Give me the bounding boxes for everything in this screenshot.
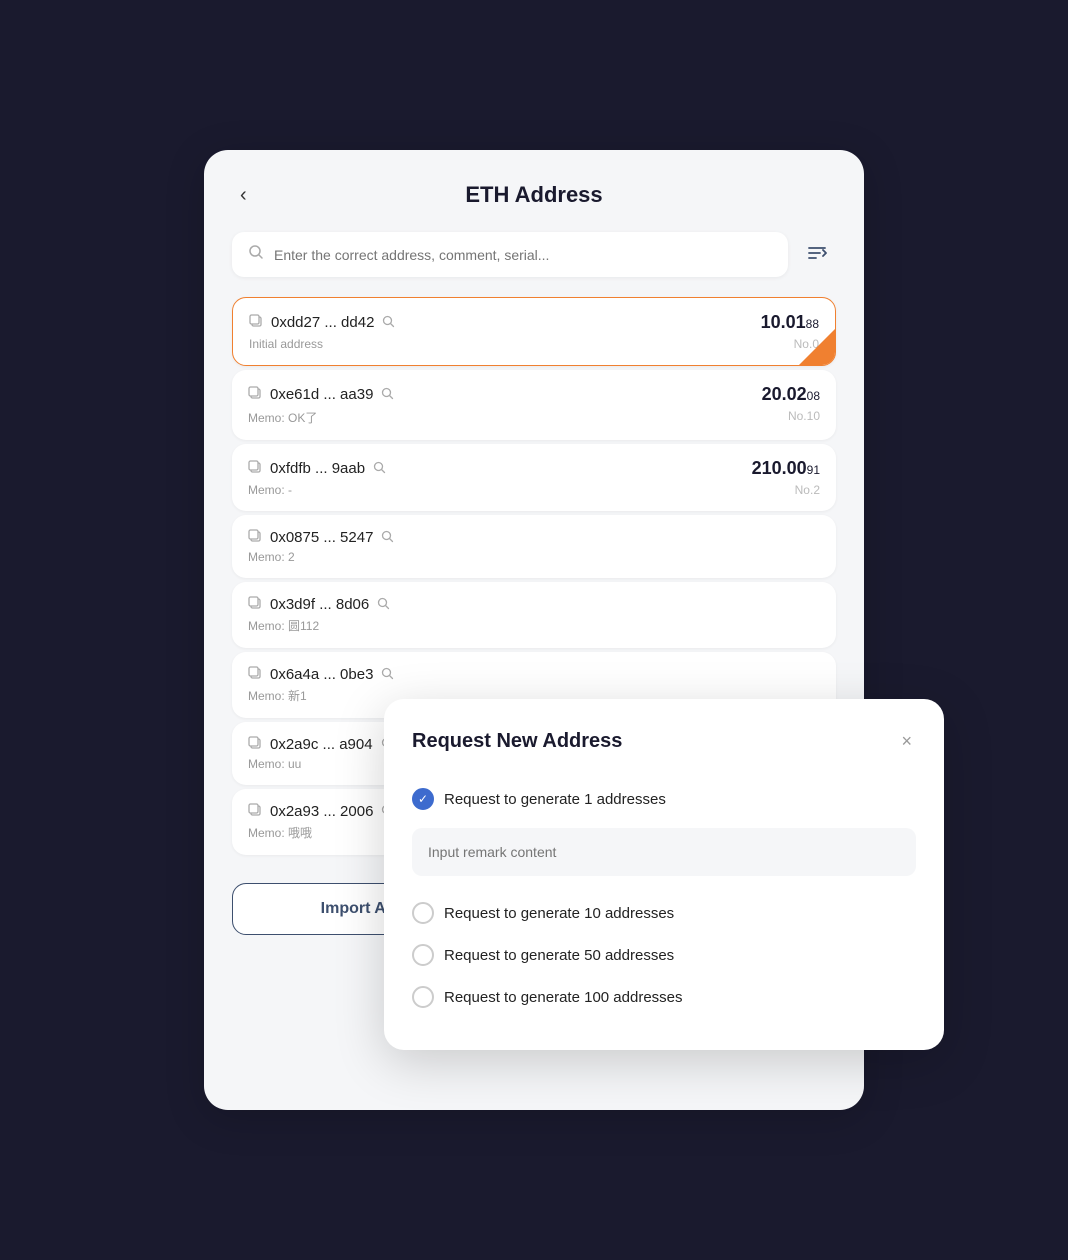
main-card: ‹ ETH Address [204, 150, 864, 1110]
address-item[interactable]: 0x0875 ... 5247 Memo: 2 [232, 515, 836, 578]
addr-text: 0x0875 ... 5247 [270, 529, 373, 546]
address-item[interactable]: 0xdd27 ... dd42 10.0188 Initial address … [232, 297, 836, 366]
memo-text: Memo: 新1 [248, 687, 307, 704]
modal-close-button[interactable]: × [897, 727, 916, 756]
no-text: No.2 [795, 483, 820, 497]
sort-button[interactable] [798, 234, 836, 275]
memo-text: Memo: 圆112 [248, 617, 319, 634]
modal-options: ✓ Request to generate 1 addresses Reques… [412, 778, 916, 1018]
modal-header: Request New Address × [412, 727, 916, 756]
search-icon [248, 244, 264, 265]
radio-label: Request to generate 10 addresses [444, 905, 674, 922]
copy-icon [249, 314, 263, 331]
search-addr-icon[interactable] [381, 530, 394, 546]
back-button[interactable]: ‹ [232, 180, 255, 211]
addr-text: 0x2a93 ... 2006 [270, 803, 373, 820]
copy-icon [248, 386, 262, 403]
copy-icon [248, 460, 262, 477]
addr-text: 0x2a9c ... a904 [270, 736, 373, 753]
radio-label: Request to generate 1 addresses [444, 791, 666, 808]
radio-circle [412, 944, 434, 966]
addr-text: 0xe61d ... aa39 [270, 386, 373, 403]
addr-text: 0xfdfb ... 9aab [270, 460, 365, 477]
search-addr-icon[interactable] [373, 461, 386, 477]
copy-icon [248, 666, 262, 683]
page-title: ETH Address [465, 182, 602, 208]
search-bar [232, 232, 836, 277]
address-item[interactable]: 0xfdfb ... 9aab 210.0091 Memo: - No.2 [232, 444, 836, 511]
search-input[interactable] [274, 247, 772, 263]
addr-text: 0x6a4a ... 0be3 [270, 666, 373, 683]
radio-option[interactable]: Request to generate 10 addresses [412, 892, 916, 934]
memo-text: Memo: uu [248, 757, 301, 771]
radio-label: Request to generate 50 addresses [444, 947, 674, 964]
search-addr-icon[interactable] [381, 387, 394, 403]
memo-text: Initial address [249, 337, 323, 351]
radio-circle [412, 902, 434, 924]
header: ‹ ETH Address [232, 182, 836, 208]
memo-text: Memo: 2 [248, 550, 295, 564]
address-item[interactable]: 0xe61d ... aa39 20.0208 Memo: OK了 No.10 [232, 370, 836, 440]
search-addr-icon[interactable] [381, 667, 394, 683]
search-input-wrap [232, 232, 788, 277]
radio-option[interactable]: ✓ Request to generate 1 addresses [412, 778, 916, 892]
search-addr-icon[interactable] [377, 597, 390, 613]
orange-corner [799, 329, 835, 365]
radio-circle [412, 986, 434, 1008]
radio-circle-checked: ✓ [412, 788, 434, 810]
search-addr-icon[interactable] [382, 315, 395, 331]
copy-icon [248, 736, 262, 753]
modal-title: Request New Address [412, 730, 622, 753]
memo-text: Memo: OK了 [248, 409, 317, 426]
address-item[interactable]: 0x3d9f ... 8d06 Memo: 圆112 [232, 582, 836, 648]
copy-icon [248, 529, 262, 546]
addr-text: 0xdd27 ... dd42 [271, 314, 374, 331]
copy-icon [248, 803, 262, 820]
radio-option[interactable]: Request to generate 100 addresses [412, 976, 916, 1018]
radio-label: Request to generate 100 addresses [444, 989, 683, 1006]
modal-card: Request New Address × ✓ Request to gener… [384, 699, 944, 1050]
copy-icon [248, 596, 262, 613]
memo-text: Memo: - [248, 483, 292, 497]
memo-text: Memo: 哦哦 [248, 824, 312, 841]
no-text: No.10 [788, 409, 820, 426]
amount: 20.0208 [762, 384, 820, 405]
remark-input[interactable] [412, 828, 916, 876]
amount: 210.0091 [752, 458, 820, 479]
radio-option[interactable]: Request to generate 50 addresses [412, 934, 916, 976]
addr-text: 0x3d9f ... 8d06 [270, 596, 369, 613]
